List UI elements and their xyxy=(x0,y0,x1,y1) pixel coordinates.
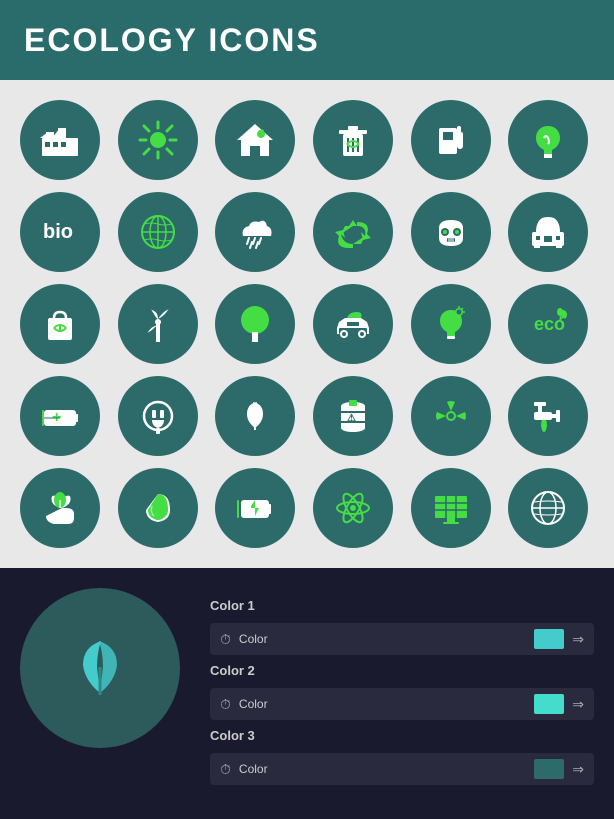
color2-arrow-icon[interactable]: ⇒ xyxy=(572,696,584,713)
recycle-arrows-icon[interactable] xyxy=(313,192,393,272)
globe-icon[interactable] xyxy=(508,468,588,548)
color2-swatch[interactable] xyxy=(534,694,564,714)
color1-row[interactable]: ⏱ Color ⇒ xyxy=(210,623,594,655)
faucet-icon[interactable] xyxy=(508,376,588,456)
bio-text-icon[interactable]: bio xyxy=(20,192,100,272)
plug-icon[interactable] xyxy=(118,376,198,456)
color1-label: Color 1 xyxy=(210,598,594,613)
color2-label: Color 2 xyxy=(210,663,594,678)
header: ECOLOGY ICONS xyxy=(0,0,614,80)
color1-name: Color xyxy=(239,632,526,646)
eco-house-icon[interactable] xyxy=(215,100,295,180)
atom-icon[interactable] xyxy=(313,468,393,548)
color3-label: Color 3 xyxy=(210,728,594,743)
bottom-section: Color 1 ⏱ Color ⇒ Color 2 ⏱ Color ⇒ Colo… xyxy=(0,568,614,778)
svg-text:⚠: ⚠ xyxy=(347,413,356,424)
earth-icon[interactable] xyxy=(118,192,198,272)
color3-row[interactable]: ⏱ Color ⇒ xyxy=(210,753,594,785)
svg-text:bio: bio xyxy=(43,221,73,243)
color3-arrow-icon[interactable]: ⇒ xyxy=(572,761,584,778)
gas-mask-icon[interactable] xyxy=(411,192,491,272)
eco-car-icon[interactable] xyxy=(313,284,393,364)
color3-swatch[interactable] xyxy=(534,759,564,779)
icons-grid: bio xyxy=(20,100,594,548)
preview-leaf-icon xyxy=(55,623,145,713)
color2-row[interactable]: ⏱ Color ⇒ xyxy=(210,688,594,720)
rain-cloud-icon[interactable] xyxy=(215,192,295,272)
barrel-icon[interactable]: ⚠ xyxy=(313,376,393,456)
color2-clock-icon: ⏱ xyxy=(220,696,231,713)
hand-leaf-icon[interactable] xyxy=(20,468,100,548)
color1-swatch[interactable] xyxy=(534,629,564,649)
sun-icon[interactable] xyxy=(118,100,198,180)
eco-text-circle-icon[interactable]: eco xyxy=(508,284,588,364)
recycle-bin-icon[interactable] xyxy=(313,100,393,180)
fuel-pump-icon[interactable] xyxy=(411,100,491,180)
color3-clock-icon: ⏱ xyxy=(220,761,231,778)
preview-area xyxy=(20,588,180,748)
color-controls: Color 1 ⏱ Color ⇒ Color 2 ⏱ Color ⇒ Colo… xyxy=(210,588,594,758)
radiation-icon[interactable] xyxy=(411,376,491,456)
battery-icon[interactable]: + xyxy=(20,376,100,456)
recycle-bag-icon[interactable] xyxy=(20,284,100,364)
color2-name: Color xyxy=(239,697,526,711)
wind-turbine-icon[interactable] xyxy=(118,284,198,364)
icons-section: bio xyxy=(0,80,614,568)
water-drop-icon[interactable] xyxy=(118,468,198,548)
color1-arrow-icon[interactable]: ⇒ xyxy=(572,631,584,648)
eco-light-bulb-icon[interactable] xyxy=(411,284,491,364)
solar-panel-icon[interactable] xyxy=(411,468,491,548)
color1-clock-icon: ⏱ xyxy=(220,631,231,648)
nuclear-plant-icon[interactable] xyxy=(508,192,588,272)
factory-icon[interactable] xyxy=(20,100,100,180)
page-title: ECOLOGY ICONS xyxy=(24,22,320,59)
tree-icon[interactable] xyxy=(215,284,295,364)
eco-battery-icon[interactable] xyxy=(215,468,295,548)
leaf-two-icon[interactable] xyxy=(215,376,295,456)
eco-bulb-icon[interactable] xyxy=(508,100,588,180)
color3-name: Color xyxy=(239,762,526,776)
